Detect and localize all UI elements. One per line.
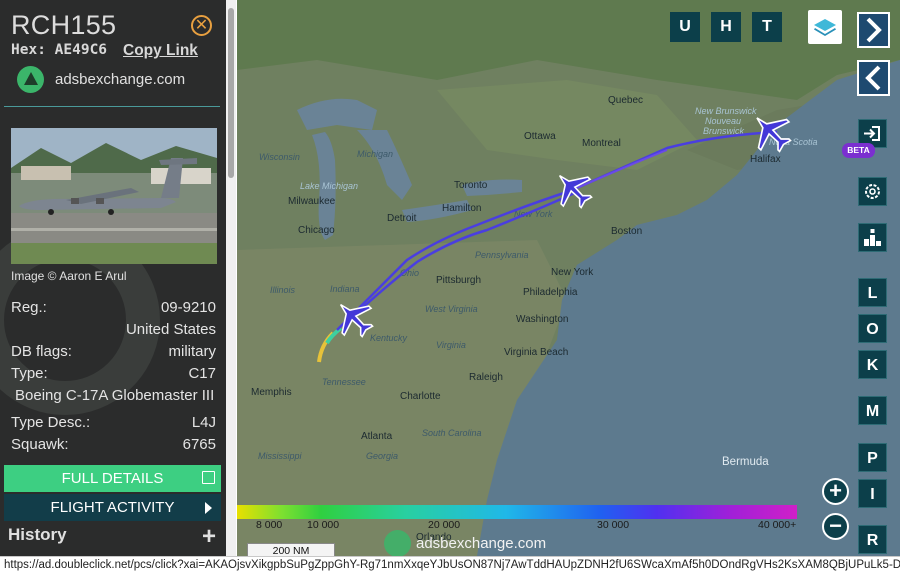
flight-activity-label: FLIGHT ACTIVITY	[50, 499, 175, 516]
flight-track-layer	[317, 130, 778, 363]
map-button-t[interactable]: T	[752, 12, 782, 42]
map-view[interactable]: Quebec Ottawa Montreal New Brunswick Nou…	[237, 0, 900, 556]
history-expand-icon[interactable]: +	[202, 523, 216, 551]
copy-link[interactable]: Copy Link	[123, 42, 198, 60]
hex-row: Hex: AE49C6	[11, 42, 107, 58]
collapse-left-button[interactable]	[857, 60, 890, 96]
podium-icon	[864, 229, 881, 246]
panel-scrollbar[interactable]	[226, 0, 236, 556]
image-credit: Image © Aaron E Arul	[11, 269, 127, 283]
aircraft-photo[interactable]	[11, 128, 217, 264]
map-button-l[interactable]: L	[858, 278, 887, 307]
type-value: C17	[188, 365, 216, 382]
map-watermark: adsbexchange.com	[416, 535, 547, 552]
hex-label: Hex:	[11, 42, 46, 58]
settings-button[interactable]	[858, 177, 887, 206]
country-value: United States	[125, 321, 216, 338]
chevron-right-icon	[205, 502, 212, 514]
status-bar-url: https://ad.doubleclick.net/pcs/click?xai…	[0, 556, 900, 575]
aircraft-info-panel: RCH155 ✕ Hex: AE49C6 Copy Link adsbexcha…	[0, 0, 226, 556]
full-details-label: FULL DETAILS	[61, 470, 164, 487]
squawk-value: 6765	[182, 436, 216, 453]
reg-value: 09-9210	[160, 299, 216, 316]
chevron-left-icon	[865, 65, 881, 91]
map-button-o[interactable]: O	[858, 314, 887, 343]
map-button-h[interactable]: H	[711, 12, 741, 42]
altitude-40000: 40 000+	[758, 519, 797, 531]
aircraft-icon-waypoint[interactable]	[552, 168, 594, 210]
expand-right-button[interactable]	[857, 12, 890, 48]
map-button-m[interactable]: M	[858, 396, 887, 425]
watermark-logo-icon	[384, 530, 411, 557]
reg-label: Reg.:	[11, 299, 47, 316]
external-link-icon	[202, 471, 215, 484]
map-button-p[interactable]: P	[858, 443, 887, 472]
hex-value: AE49C6	[54, 42, 108, 58]
chevron-right-icon	[866, 17, 882, 43]
aircraft-icon-origin[interactable]	[749, 110, 793, 154]
close-icon[interactable]: ✕	[191, 15, 212, 36]
altitude-legend	[237, 505, 797, 519]
squawk-label: Squawk:	[11, 436, 69, 453]
altitude-10000: 10 000	[307, 519, 340, 531]
type-label: Type:	[11, 365, 48, 382]
altitude-20000: 20 000	[428, 519, 461, 531]
aircraft-icon[interactable]	[333, 297, 375, 339]
gear-icon	[865, 184, 880, 199]
map-button-u[interactable]: U	[670, 12, 700, 42]
zoom-in-button[interactable]: +	[822, 478, 849, 505]
dbflags-label: DB flags:	[11, 343, 72, 360]
type-full-name: Boeing C-17A Globemaster III	[15, 387, 215, 404]
layers-button[interactable]	[808, 10, 842, 44]
full-details-button[interactable]: FULL DETAILS	[4, 465, 221, 492]
typedesc-value: L4J	[191, 414, 216, 431]
map-button-i[interactable]: I	[858, 479, 887, 508]
history-heading[interactable]: History	[8, 525, 67, 545]
dbflags-value: military	[168, 343, 217, 360]
callsign: RCH155	[11, 10, 117, 40]
adsbexchange-logo-icon	[17, 66, 44, 93]
layers-icon	[814, 19, 836, 36]
site-name[interactable]: adsbexchange.com	[55, 71, 185, 88]
beta-badge: BETA	[842, 143, 875, 158]
flight-activity-button[interactable]: FLIGHT ACTIVITY	[4, 494, 221, 521]
map-button-r[interactable]: R	[858, 525, 887, 554]
altitude-30000: 30 000	[597, 519, 630, 531]
zoom-out-button[interactable]: −	[822, 513, 849, 540]
divider	[4, 106, 220, 107]
typedesc-label: Type Desc.:	[11, 414, 91, 431]
scrollbar-thumb[interactable]	[228, 8, 234, 178]
map-button-k[interactable]: K	[858, 350, 887, 379]
leaderboard-button[interactable]	[858, 223, 887, 252]
altitude-8000: 8 000	[256, 519, 283, 531]
